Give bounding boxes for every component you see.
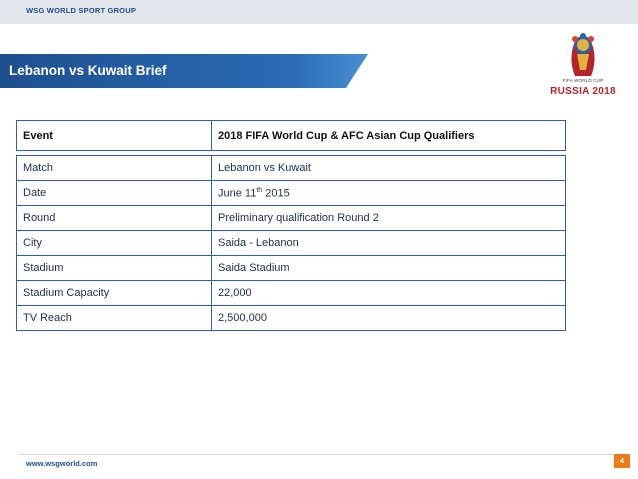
table-row: Stadium Capacity 22,000 [16,280,566,306]
table-row: Match Lebanon vs Kuwait [16,155,566,181]
logo-wordmark: RUSSIA 2018 [550,86,616,97]
table-row: Date June 11th 2015 [16,180,566,206]
row-label: Round [16,205,212,231]
row-value: Lebanon vs Kuwait [211,155,566,181]
row-value: Preliminary qualification Round 2 [211,205,566,231]
row-label: Match [16,155,212,181]
date-day: June 11 [218,187,257,200]
page-number-badge: 4 [614,454,630,468]
brand-header: WSG WORLD SPORT GROUP [26,6,137,15]
table-row: Round Preliminary qualification Round 2 [16,205,566,231]
table-header-row: Event 2018 FIFA World Cup & AFC Asian Cu… [16,120,566,151]
row-label: City [16,230,212,256]
slide-title: Lebanon vs Kuwait Brief [9,63,167,78]
footer-website-link[interactable]: www.wsgworld.com [26,459,97,468]
row-label: TV Reach [16,305,212,331]
slide-title-bar: Lebanon vs Kuwait Brief [0,54,368,88]
date-year: 2015 [262,187,290,200]
top-bar: WSG WORLD SPORT GROUP [0,0,638,24]
header-value: 2018 FIFA World Cup & AFC Asian Cup Qual… [211,120,566,151]
row-value: Saida - Lebanon [211,230,566,256]
world-cup-logo: FIFA WORLD CUP RUSSIA 2018 [548,30,618,97]
match-brief-table: Event 2018 FIFA World Cup & AFC Asian Cu… [16,120,566,331]
table-row: City Saida - Lebanon [16,230,566,256]
row-label: Stadium [16,255,212,281]
world-cup-emblem-icon [571,33,595,76]
table-row: TV Reach 2,500,000 [16,305,566,331]
logo-cup-text: FIFA WORLD CUP [562,78,604,83]
row-label: Stadium Capacity [16,280,212,306]
row-value-date: June 11th 2015 [211,180,566,206]
row-value: 22,000 [211,280,566,306]
row-value: 2,500,000 [211,305,566,331]
row-value: Saida Stadium [211,255,566,281]
header-label: Event [16,120,212,151]
row-label: Date [16,180,212,206]
table-row: Stadium Saida Stadium [16,255,566,281]
footer-divider [18,454,620,455]
